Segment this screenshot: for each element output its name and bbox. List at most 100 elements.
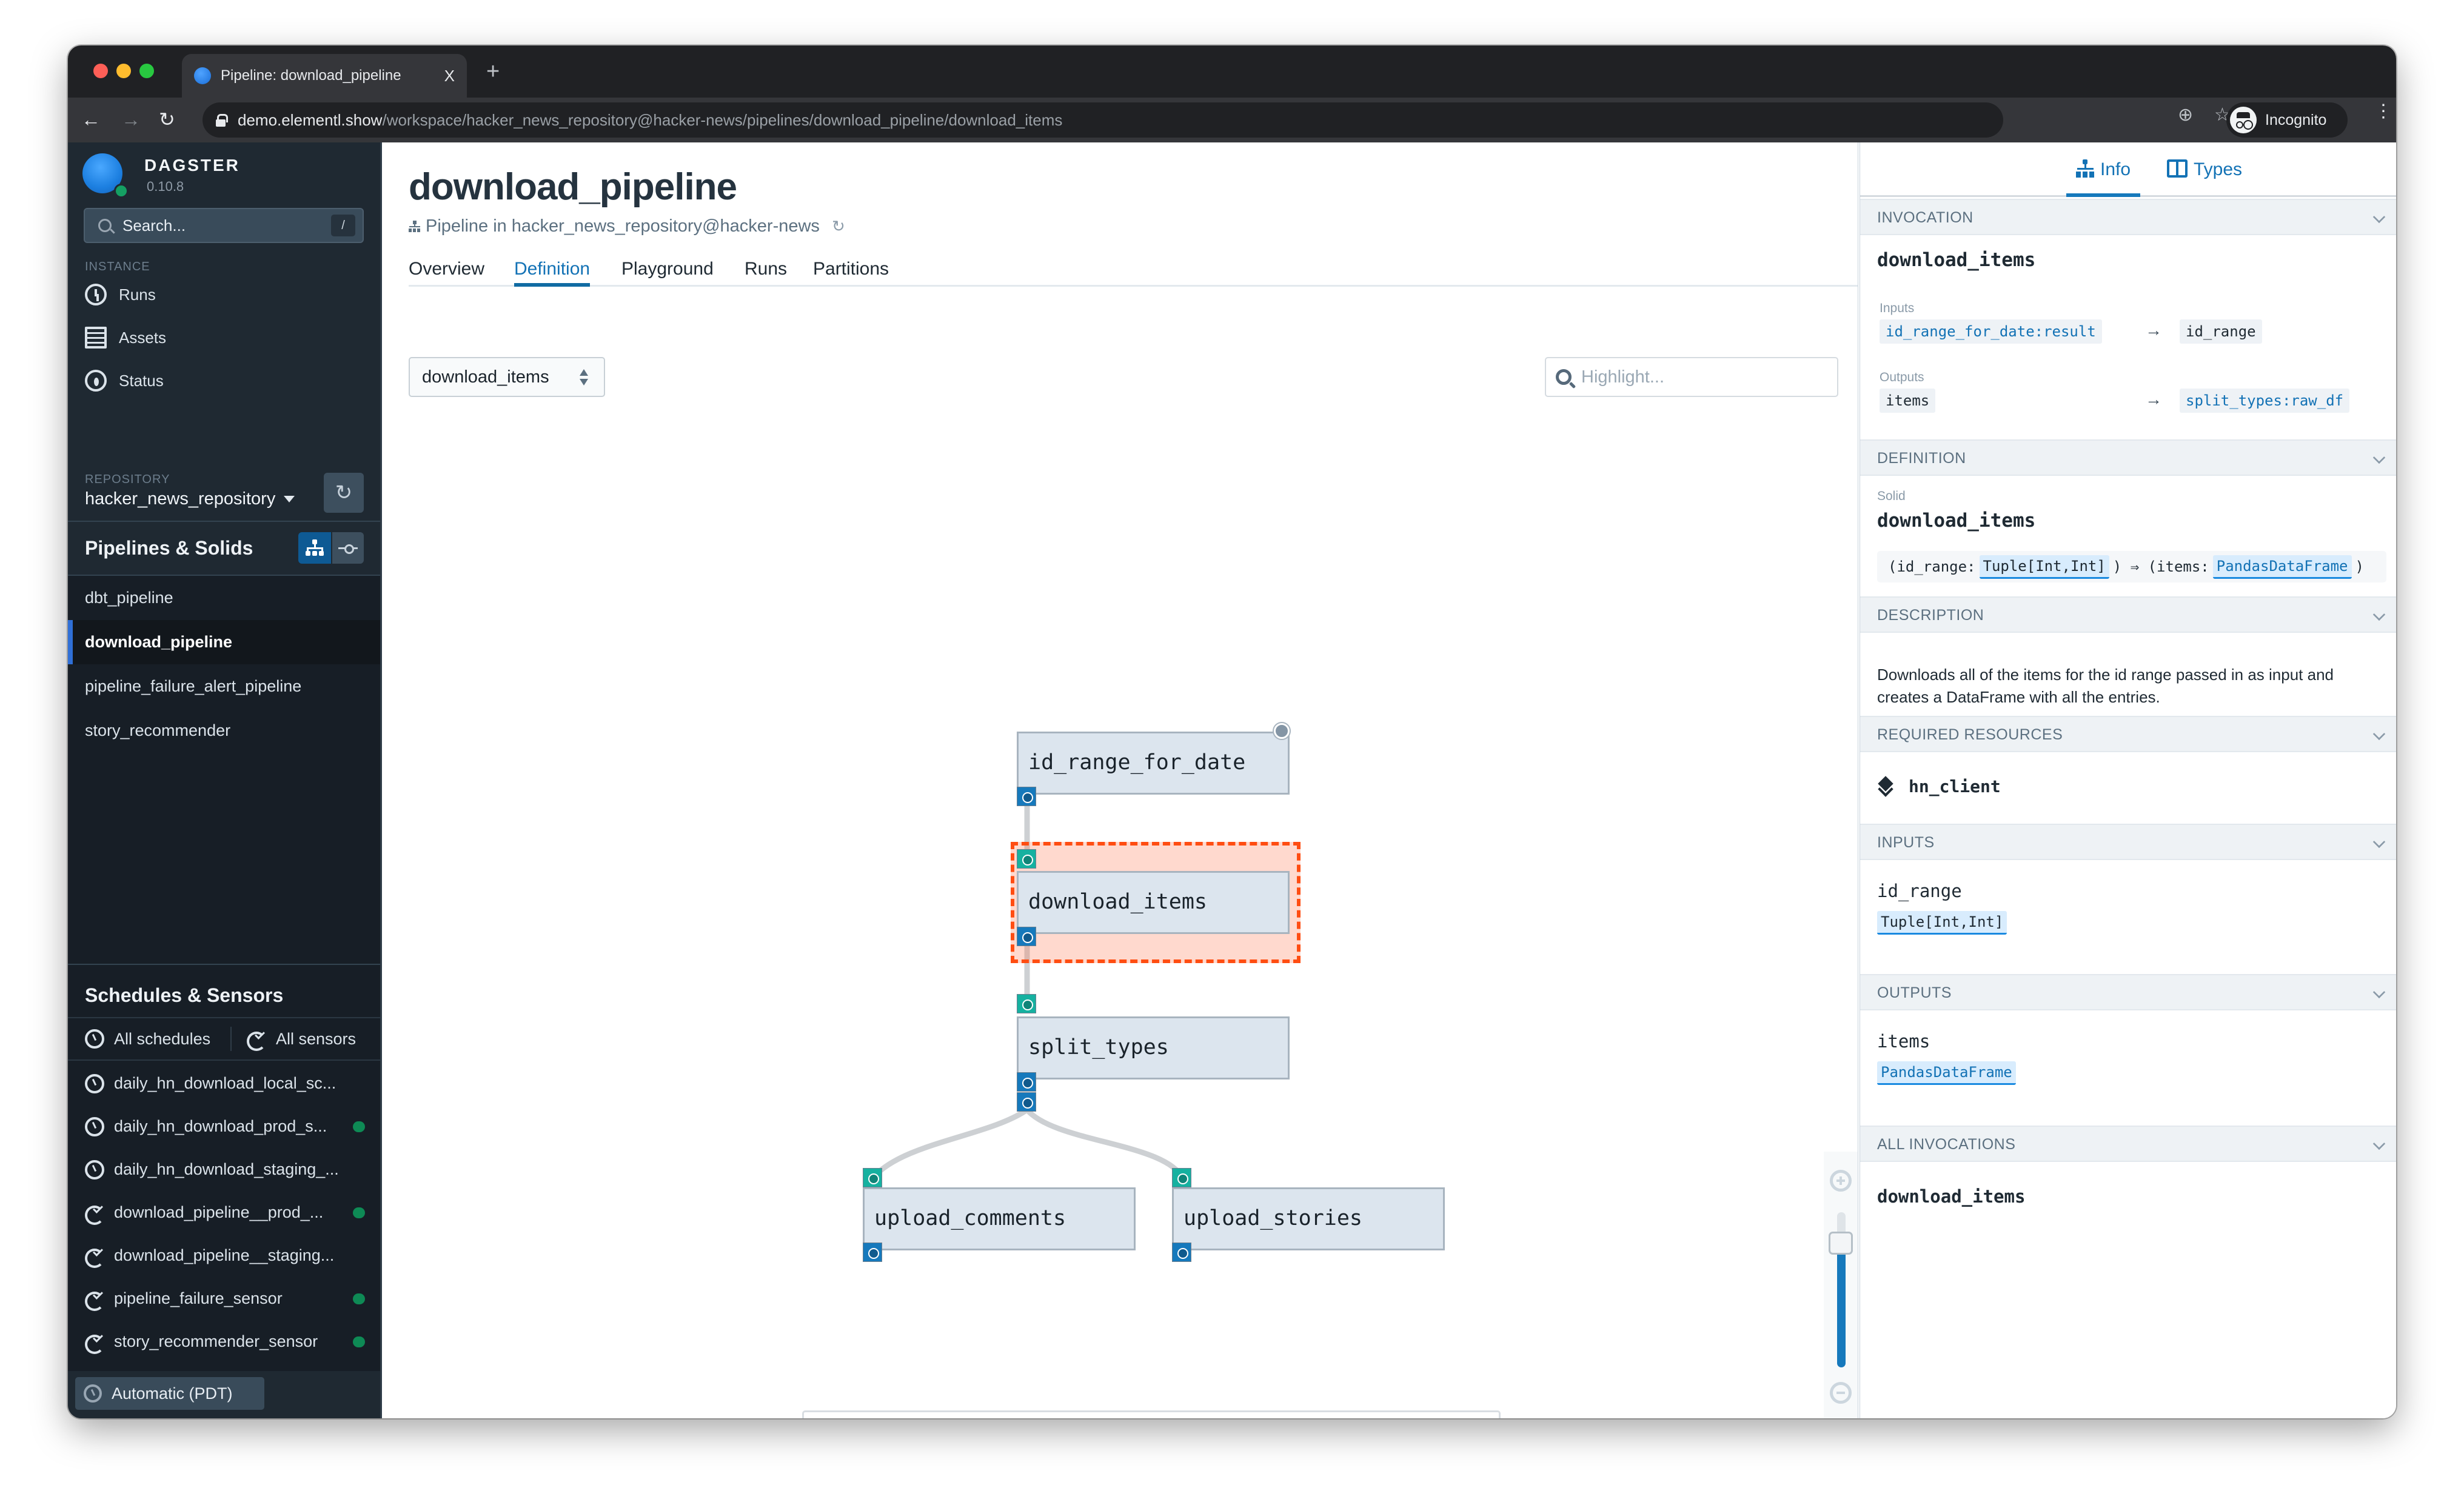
incognito-profile-button[interactable]: Incognito [2226, 102, 2348, 138]
sidebar-item-assets[interactable]: Assets [85, 323, 166, 352]
browser-tab-active[interactable]: Pipeline: download_pipeline X [182, 54, 467, 98]
lock-icon[interactable] [216, 114, 228, 127]
invocation-link[interactable]: download_items [1877, 1186, 2025, 1207]
all-invocations-section-header[interactable]: ALL INVOCATIONS [1860, 1126, 2396, 1162]
minimize-window-button[interactable] [116, 64, 131, 78]
pipelines-header: Pipelines & Solids [68, 522, 380, 575]
input-port[interactable] [1017, 849, 1036, 869]
tab-title: Pipeline: download_pipeline [221, 67, 401, 84]
tab-types[interactable]: Types [2167, 159, 2242, 197]
zoom-slider-handle[interactable] [1829, 1232, 1853, 1255]
schedule-item[interactable]: daily_hn_download_staging_... [68, 1148, 380, 1191]
solids-view-toggle[interactable] [332, 532, 364, 564]
sensor-name: pipeline_failure_sensor [114, 1289, 283, 1307]
output-port[interactable] [1017, 927, 1036, 946]
sensor-item[interactable]: download_pipeline__prod_... [68, 1191, 380, 1234]
resources-section-header[interactable]: REQUIRED RESOURCES [1860, 716, 2396, 752]
inputs-label: Inputs [1880, 301, 1915, 315]
input-port[interactable] [863, 1168, 882, 1187]
solid-icon [338, 544, 358, 554]
solid-selector-dropdown[interactable]: download_items [409, 357, 605, 397]
input-type-link[interactable]: Tuple[Int,Int] [1979, 555, 2109, 579]
sidebar-footer: Automatic (PDT) [68, 1371, 380, 1418]
output-type-link[interactable]: PandasDataFrame [1877, 1061, 2016, 1085]
outputs-section-header[interactable]: OUTPUTS [1860, 974, 2396, 1010]
clock-icon [85, 1116, 104, 1136]
pipeline-item-download-pipeline[interactable]: download_pipeline [68, 620, 380, 664]
browser-menu-icon[interactable]: ⋮ [2374, 102, 2392, 121]
repository-picker[interactable]: hacker_news_repository [85, 489, 295, 509]
output-port[interactable] [1017, 787, 1036, 806]
description-section-header[interactable]: DESCRIPTION [1860, 596, 2396, 633]
solid-node-id-range-for-date[interactable]: id_range_for_date [1017, 732, 1290, 795]
input-port[interactable] [1172, 1168, 1191, 1187]
highlight-input[interactable] [1581, 367, 1824, 387]
main-content: download_pipeline Pipeline in hacker_new… [382, 142, 2396, 1418]
output-port[interactable] [1017, 1092, 1036, 1112]
chevron-down-icon [2372, 451, 2386, 464]
forward-arrow-icon[interactable]: → [121, 108, 141, 130]
output-type-link[interactable]: PandasDataFrame [2212, 555, 2352, 579]
clock-icon [85, 1159, 104, 1179]
outputs-label: Outputs [1880, 370, 1924, 384]
up-down-caret-icon [580, 369, 588, 387]
dagster-logo[interactable] [82, 153, 129, 198]
timezone-picker[interactable]: Automatic (PDT) [75, 1377, 264, 1410]
address-bar[interactable]: demo.elementl.show /workspace/hacker_new… [203, 102, 2003, 138]
zoom-icon[interactable]: ⊕ [2178, 106, 2193, 124]
zoom-out-icon[interactable] [1830, 1382, 1852, 1404]
solid-node-download-items[interactable]: download_items [1017, 871, 1290, 934]
reload-icon[interactable]: ↻ [159, 108, 175, 130]
solid-node-split-types[interactable]: split_types [1017, 1016, 1290, 1079]
solid-name: upload_comments [874, 1206, 1066, 1230]
output-port[interactable] [1172, 1243, 1191, 1262]
signature-close: ) [2355, 558, 2364, 575]
tab-close-icon[interactable]: X [444, 67, 455, 85]
signature-open: (id_range: [1888, 558, 1976, 575]
schedule-item[interactable]: daily_hn_download_prod_s... [68, 1105, 380, 1148]
invocation-section-header[interactable]: INVOCATION [1860, 199, 2396, 235]
pipeline-item-story-recommender[interactable]: story_recommender [68, 709, 380, 753]
new-tab-button[interactable]: + [486, 60, 500, 83]
output-port[interactable] [1017, 1072, 1036, 1092]
all-schedules-label: All schedules [114, 1029, 211, 1048]
sidebar-item-runs[interactable]: Runs [85, 280, 156, 309]
input-type-link[interactable]: Tuple[Int,Int] [1877, 911, 2007, 935]
pipeline-item-dbt-pipeline[interactable]: dbt_pipeline [68, 576, 380, 620]
zoom-slider[interactable] [1829, 1212, 1853, 1367]
solid-node-upload-comments[interactable]: upload_comments [863, 1187, 1136, 1250]
pipeline-graph[interactable]: id_range_for_date download_items split_t… [382, 142, 1858, 1418]
all-schedules-link[interactable]: All schedules [85, 1029, 210, 1049]
schedule-item[interactable]: daily_hn_download_local_sc... [68, 1062, 380, 1105]
sensor-item[interactable]: pipeline_failure_sensor [68, 1277, 380, 1320]
reload-repository-button[interactable]: ↻ [324, 473, 364, 513]
sensor-item[interactable]: story_recommender_sensor [68, 1320, 380, 1363]
caret-down-icon [284, 496, 295, 502]
sidebar-search-input[interactable]: Search... / [84, 208, 364, 243]
input-source-link[interactable]: id_range_for_date:result [1880, 319, 2102, 344]
solid-subset-box[interactable] [802, 1410, 1501, 1418]
close-window-button[interactable] [93, 64, 108, 78]
pipelines-view-toggle[interactable] [298, 532, 331, 564]
dashboard-icon [85, 370, 107, 392]
output-target-link[interactable]: split_types:raw_df [2180, 389, 2350, 413]
solid-node-upload-stories[interactable]: upload_stories [1172, 1187, 1445, 1250]
clock-icon [85, 1029, 104, 1049]
tab-info[interactable]: Info [2066, 159, 2141, 197]
input-port[interactable] [1017, 994, 1036, 1013]
section-title: DEFINITION [1877, 450, 1966, 467]
output-port[interactable] [863, 1243, 882, 1262]
maximize-window-button[interactable] [139, 64, 154, 78]
inputs-section-header[interactable]: INPUTS [1860, 824, 2396, 860]
zoom-in-icon[interactable] [1830, 1170, 1852, 1192]
all-sensors-link[interactable]: All sensors [247, 1029, 356, 1051]
search-icon [1556, 369, 1572, 385]
definition-section-header[interactable]: DEFINITION [1860, 439, 2396, 476]
pipeline-item-pipeline-failure-alert-pipeline[interactable]: pipeline_failure_alert_pipeline [68, 664, 380, 709]
sensor-item[interactable]: download_pipeline__staging... [68, 1234, 380, 1277]
sidebar-item-status[interactable]: Status [85, 366, 164, 395]
highlight-search-box[interactable] [1545, 357, 1838, 397]
back-arrow-icon[interactable]: ← [81, 108, 101, 130]
solid-details-panel: Info Types INVOCATION download_items Inp… [1858, 142, 2396, 1418]
search-placeholder: Search... [122, 216, 186, 235]
